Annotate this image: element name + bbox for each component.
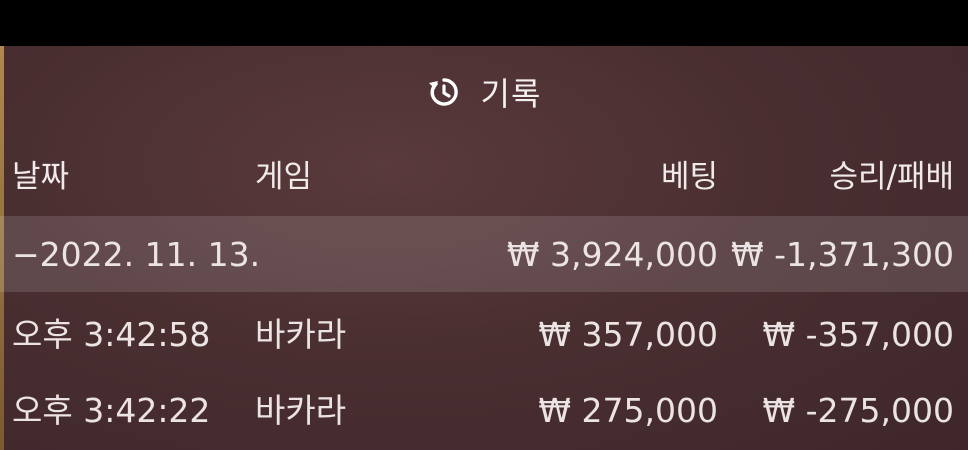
history-icon <box>427 75 461 109</box>
history-title: 기록 <box>480 75 542 113</box>
column-headers: 날짜 게임 베팅 승리/패배 <box>0 138 968 216</box>
top-bar <box>0 0 968 46</box>
summary-result: ₩ -1,371,300 <box>731 235 954 274</box>
row-result: ₩ -275,000 <box>762 391 955 430</box>
history-header: 기록 <box>0 46 968 138</box>
history-panel: 기록 날짜 게임 베팅 승리/패배 −2022. 11. 13. ₩ 3,924… <box>0 46 968 450</box>
row-bet: ₩ 357,000 <box>538 315 718 354</box>
history-screen: 기록 날짜 게임 베팅 승리/패배 −2022. 11. 13. ₩ 3,924… <box>0 0 968 450</box>
summary-date: −2022. 11. 13. <box>12 235 261 274</box>
summary-bet: ₩ 3,924,000 <box>506 235 718 274</box>
column-header-date[interactable]: 날짜 <box>12 162 69 193</box>
row-game: 바카라 <box>255 315 347 354</box>
column-header-bet[interactable]: 베팅 <box>661 162 718 193</box>
table-row[interactable]: 오후 3:42:58 바카라 ₩ 357,000 ₩ -357,000 <box>0 292 968 368</box>
row-time: 오후 3:42:22 <box>12 391 211 430</box>
table-row[interactable]: 오후 3:42:22 바카라 ₩ 275,000 ₩ -275,000 <box>0 368 968 444</box>
column-header-result[interactable]: 승리/패배 <box>829 162 954 193</box>
date-summary-row[interactable]: −2022. 11. 13. ₩ 3,924,000 ₩ -1,371,300 <box>0 216 968 292</box>
row-time: 오후 3:42:58 <box>12 315 211 354</box>
row-bet: ₩ 275,000 <box>538 391 718 430</box>
column-header-game[interactable]: 게임 <box>255 162 312 193</box>
row-game: 바카라 <box>255 391 347 430</box>
row-result: ₩ -357,000 <box>762 315 955 354</box>
